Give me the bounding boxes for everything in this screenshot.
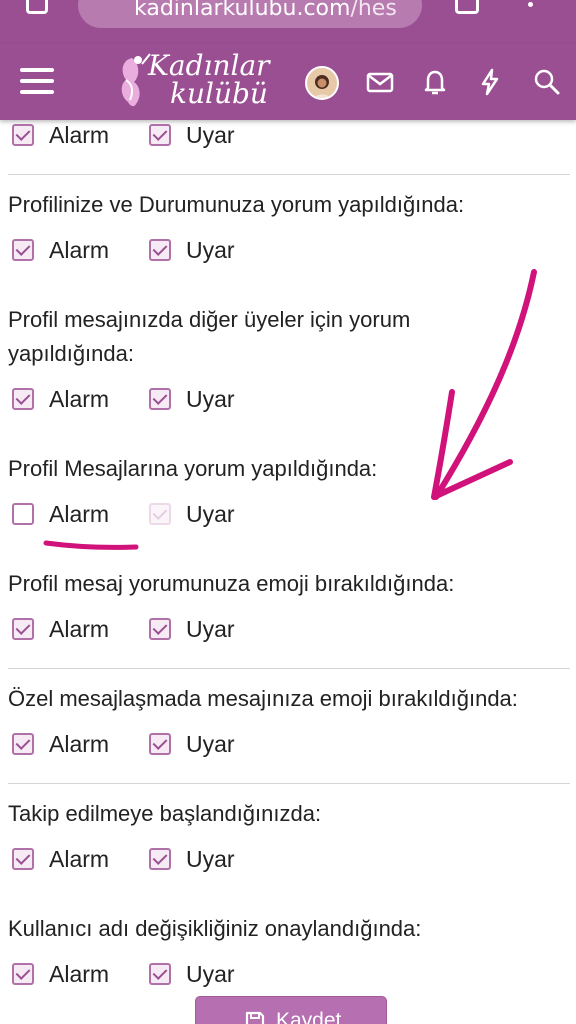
url-text: kadinlarkulubu.com/hes: [134, 0, 397, 21]
alarm-option[interactable]: Alarm: [12, 120, 109, 150]
warn-option[interactable]: Uyar: [149, 499, 235, 529]
preference-question: Profil mesaj yorumunuza emoji bırakıldığ…: [8, 571, 455, 596]
divider: [8, 783, 570, 784]
home-icon[interactable]: [26, 0, 48, 14]
warn-option[interactable]: Uyar: [149, 384, 235, 414]
preference-row: Alarm Uyar: [12, 844, 412, 874]
preference-row: Alarm Uyar: [12, 959, 412, 989]
divider: [8, 174, 570, 175]
annotation-underline: [43, 540, 139, 550]
alarm-option[interactable]: Alarm: [12, 499, 109, 529]
browser-toolbar: kadinlarkulubu.com/hes: [0, 0, 576, 44]
preference-row: Alarm Uyar: [12, 120, 412, 150]
alarm-checkbox[interactable]: [12, 848, 34, 870]
preference-row: Alarm Uyar: [12, 729, 412, 759]
logo-text: Kadınlar kulübü: [148, 49, 270, 110]
alarm-checkbox[interactable]: [12, 124, 34, 146]
warn-checkbox[interactable]: [149, 124, 171, 146]
lightning-icon[interactable]: [474, 66, 506, 98]
warn-checkbox[interactable]: [149, 388, 171, 410]
warn-label: Uyar: [186, 960, 235, 987]
alarm-label: Alarm: [49, 385, 110, 412]
warn-label: Uyar: [186, 236, 235, 263]
logo-mark-icon: [121, 53, 151, 107]
warn-label: Uyar: [186, 845, 235, 872]
save-button[interactable]: Kaydet: [195, 996, 387, 1024]
alarm-label: Alarm: [49, 730, 110, 757]
alarm-label: Alarm: [49, 500, 110, 527]
bell-icon[interactable]: [419, 66, 451, 98]
preference-row: Alarm Uyar: [12, 499, 412, 529]
alarm-option[interactable]: Alarm: [12, 844, 109, 874]
warn-label: Uyar: [186, 730, 235, 757]
mail-icon[interactable]: [364, 66, 396, 98]
save-label: Kaydet: [276, 1009, 342, 1024]
warn-option[interactable]: Uyar: [149, 614, 235, 644]
alarm-checkbox[interactable]: [12, 239, 34, 261]
alarm-label: Alarm: [49, 845, 110, 872]
warn-checkbox[interactable]: [149, 503, 171, 525]
preference-row: Alarm Uyar: [12, 235, 412, 265]
alarm-label: Alarm: [49, 615, 110, 642]
address-bar[interactable]: kadinlarkulubu.com/hes: [78, 0, 422, 28]
alarm-option[interactable]: Alarm: [12, 614, 109, 644]
alarm-option[interactable]: Alarm: [12, 235, 109, 265]
warn-option[interactable]: Uyar: [149, 235, 235, 265]
menu-dots-icon[interactable]: [528, 2, 533, 7]
alarm-label: Alarm: [49, 121, 110, 148]
hamburger-menu-icon[interactable]: [20, 66, 56, 96]
warn-checkbox[interactable]: [149, 239, 171, 261]
warn-label: Uyar: [186, 615, 235, 642]
warn-checkbox[interactable]: [149, 848, 171, 870]
user-avatar[interactable]: [305, 66, 339, 100]
site-logo[interactable]: Kadınlar kulübü: [112, 50, 272, 114]
tabs-icon[interactable]: [455, 0, 479, 14]
preference-question: Kullanıcı adı değişikliğiniz onaylandığı…: [8, 916, 422, 941]
alarm-checkbox[interactable]: [12, 388, 34, 410]
preference-row: Alarm Uyar: [12, 384, 412, 414]
alarm-option[interactable]: Alarm: [12, 959, 109, 989]
warn-option[interactable]: Uyar: [149, 120, 235, 150]
warn-checkbox[interactable]: [149, 733, 171, 755]
floppy-disk-icon: [245, 1011, 265, 1024]
site-header: Kadınlar kulübü: [0, 44, 576, 120]
warn-option[interactable]: Uyar: [149, 844, 235, 874]
divider: [8, 668, 570, 669]
warn-checkbox[interactable]: [149, 963, 171, 985]
warn-label: Uyar: [186, 500, 235, 527]
warn-label: Uyar: [186, 121, 235, 148]
warn-checkbox[interactable]: [149, 618, 171, 640]
alarm-option[interactable]: Alarm: [12, 729, 109, 759]
alarm-checkbox[interactable]: [12, 503, 34, 525]
alarm-checkbox[interactable]: [12, 618, 34, 640]
preference-question: Takip edilmeye başlandığınızda:: [8, 801, 322, 826]
warn-option[interactable]: Uyar: [149, 959, 235, 989]
preference-question: Profilinize ve Durumunuza yorum yapıldığ…: [8, 192, 465, 217]
preference-question: Profil mesajınızda diğer üyeler için yor…: [8, 307, 411, 366]
preference-row: Alarm Uyar: [12, 614, 412, 644]
alarm-option[interactable]: Alarm: [12, 384, 109, 414]
warn-option[interactable]: Uyar: [149, 729, 235, 759]
preference-question: Özel mesajlaşmada mesajınıza emoji bırak…: [8, 686, 518, 711]
alarm-checkbox[interactable]: [12, 733, 34, 755]
search-icon[interactable]: [531, 66, 563, 98]
preference-question: Profil Mesajlarına yorum yapıldığında:: [8, 456, 378, 481]
alarm-checkbox[interactable]: [12, 963, 34, 985]
warn-label: Uyar: [186, 385, 235, 412]
alarm-label: Alarm: [49, 236, 110, 263]
alarm-label: Alarm: [49, 960, 110, 987]
